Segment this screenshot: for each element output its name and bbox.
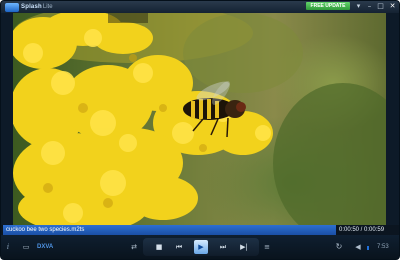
stop-button[interactable]: ■ (153, 242, 165, 252)
maximize-button[interactable]: □ (375, 2, 386, 10)
file-name: cuckoo bee two species.m2ts (6, 227, 85, 233)
time-display: 0:00:50 / 0:00:59 (339, 227, 385, 233)
control-bar: i ▭ DXVA ⇄ ■ ⏮ ▶ ⏭ ▶| ≡ ↻ ◀ 7:53 (1, 235, 399, 259)
seek-bar[interactable]: cuckoo bee two species.m2ts (3, 225, 336, 235)
playlist-icon[interactable]: ≡ (263, 242, 271, 252)
next-frame-button[interactable]: ▶| (238, 242, 250, 252)
player-window: Splash Lite FREE UPDATE ▾ – □ ✕ cuckoo b… (0, 0, 400, 260)
minimize-button[interactable]: – (364, 2, 375, 10)
info-icon[interactable]: i (5, 242, 11, 252)
time-remaining: 7:53 (377, 244, 389, 250)
transport-controls: ■ ⏮ ▶ ⏭ ▶| (143, 238, 259, 256)
next-button[interactable]: ⏭ (217, 242, 229, 252)
video-frame[interactable] (13, 13, 386, 225)
volume-icon[interactable]: ◀ (353, 242, 363, 252)
free-update-button[interactable]: FREE UPDATE (306, 2, 350, 10)
shuffle-icon[interactable]: ⇄ (129, 242, 139, 252)
app-logo: Splash Lite (5, 1, 53, 13)
video-image (13, 13, 386, 225)
app-edition: Lite (42, 4, 53, 10)
close-button[interactable]: ✕ (386, 2, 399, 10)
play-button[interactable]: ▶ (194, 240, 208, 254)
dxva-indicator[interactable]: DXVA (37, 242, 53, 252)
repeat-icon[interactable]: ↻ (334, 242, 344, 252)
previous-button[interactable]: ⏮ (173, 242, 185, 252)
settings-menu-button[interactable]: ▾ (353, 2, 364, 10)
app-name: Splash (21, 4, 42, 10)
screen-mode-icon[interactable]: ▭ (21, 242, 31, 252)
title-bar[interactable]: Splash Lite FREE UPDATE ▾ – □ ✕ (1, 1, 399, 13)
splash-logo-icon (5, 2, 19, 12)
file-info-bar: cuckoo bee two species.m2ts 0:00:50 / 0:… (1, 225, 399, 235)
volume-slider[interactable] (367, 246, 369, 250)
